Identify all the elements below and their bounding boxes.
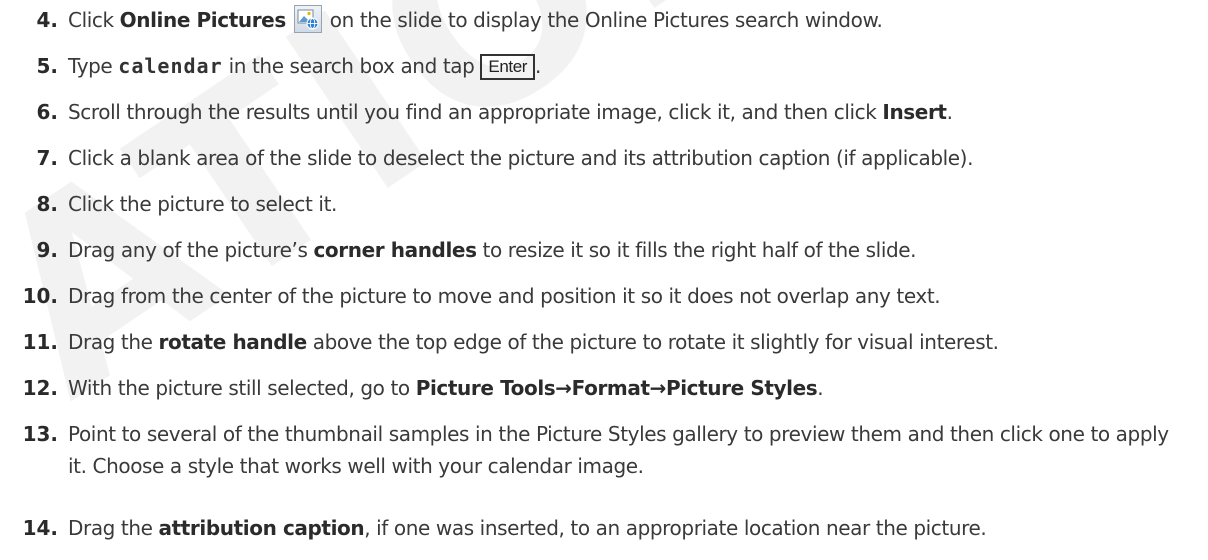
step-number: 10. — [22, 284, 58, 308]
step-number: 6. — [36, 100, 58, 124]
step-number: 11. — [22, 330, 58, 354]
step-text: Click a blank area of the slide to desel… — [68, 146, 974, 170]
step-number: 7. — [36, 146, 58, 170]
step-text: Drag any of the picture’s corner handles… — [68, 238, 917, 262]
step-text: Point to several of the thumbnail sample… — [68, 422, 1169, 478]
step-number: 13. — [22, 422, 58, 446]
step-text: With the picture still selected, go to P… — [68, 376, 824, 400]
online-pictures-icon — [293, 5, 322, 33]
step-text: Click Online Pictures on the slide to di… — [68, 4, 883, 36]
enter-key: Enter — [480, 54, 536, 80]
typed-text: calendar — [118, 54, 223, 78]
step-number: 5. — [36, 54, 58, 78]
step-text: Drag from the center of the picture to m… — [68, 284, 941, 308]
step-text: Drag the attribution caption, if one was… — [68, 516, 987, 540]
step-text: Type calendar in the search box and tap … — [68, 54, 541, 80]
step-text: Scroll through the results until you fin… — [68, 100, 953, 124]
step-number: 14. — [22, 516, 58, 540]
step-number: 9. — [36, 238, 58, 262]
step-number: 8. — [36, 192, 58, 216]
step-number: 4. — [36, 8, 58, 32]
step-text: Click the picture to select it. — [68, 192, 337, 216]
step-number: 12. — [22, 376, 58, 400]
step-text: Drag the rotate handle above the top edg… — [68, 330, 999, 354]
